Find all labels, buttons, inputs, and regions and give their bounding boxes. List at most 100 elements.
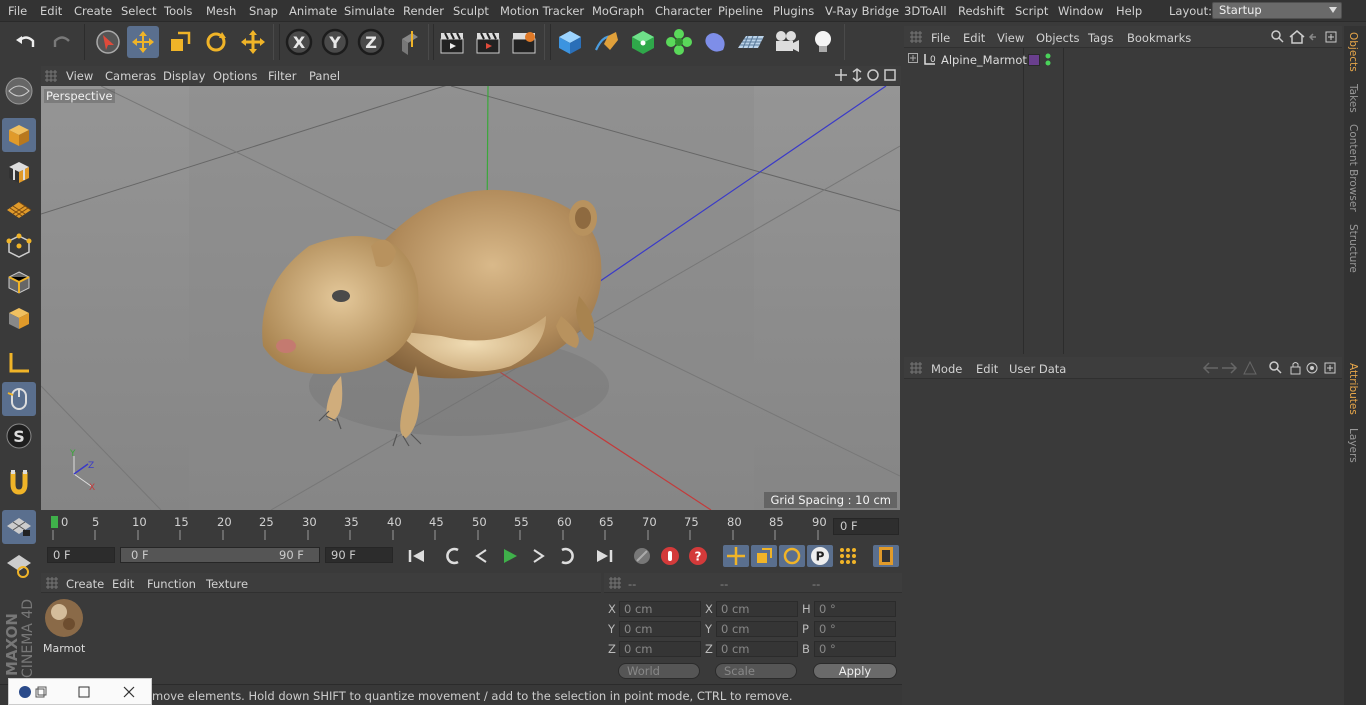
- drag-handle-icon[interactable]: [910, 362, 922, 374]
- y-axis-lock-button[interactable]: Y: [319, 26, 351, 58]
- maximize-view-icon[interactable]: [884, 69, 896, 81]
- tab-structure[interactable]: Structure: [1347, 224, 1359, 273]
- menu-animate[interactable]: Animate: [289, 4, 337, 18]
- play-button[interactable]: [497, 545, 523, 567]
- workplane-lock-button[interactable]: [2, 510, 36, 544]
- object-menu-objects[interactable]: Objects: [1036, 31, 1079, 45]
- menu-edit[interactable]: Edit: [40, 4, 62, 18]
- next-key-button[interactable]: [553, 545, 579, 567]
- menu-create[interactable]: Create: [74, 4, 112, 18]
- add-camera-button[interactable]: [771, 26, 803, 58]
- close-icon[interactable]: [123, 686, 135, 698]
- maximize-icon[interactable]: [78, 686, 90, 698]
- rotation-p-field[interactable]: 0 °: [814, 621, 896, 637]
- redo-button[interactable]: [46, 26, 78, 58]
- transform-tool-button[interactable]: [237, 26, 269, 58]
- scale-dropdown[interactable]: Scale: [715, 663, 797, 679]
- timeline-window-button[interactable]: [873, 545, 899, 567]
- add-floor-button[interactable]: [735, 26, 767, 58]
- viewport-menu-filter[interactable]: Filter: [268, 69, 296, 83]
- preview-range-slider[interactable]: 0 F 90 F: [120, 547, 320, 563]
- menu-script[interactable]: Script: [1015, 4, 1048, 18]
- key-parameter-button[interactable]: P: [807, 545, 833, 567]
- goto-end-button[interactable]: [591, 545, 617, 567]
- viewport-menu-display[interactable]: Display: [163, 69, 205, 83]
- menu-mograph[interactable]: MoGraph: [592, 4, 644, 18]
- position-y-field[interactable]: 0 cm: [619, 621, 701, 637]
- drag-handle-icon[interactable]: [45, 70, 57, 82]
- menu-character[interactable]: Character: [655, 4, 712, 18]
- world-dropdown[interactable]: World: [618, 663, 700, 679]
- material-menu-texture[interactable]: Texture: [206, 577, 248, 591]
- add-cloner-button[interactable]: [663, 26, 695, 58]
- menu-help[interactable]: Help: [1116, 4, 1142, 18]
- size-z-field[interactable]: 0 cm: [716, 641, 798, 657]
- add-cube-button[interactable]: [554, 26, 586, 58]
- drag-handle-icon[interactable]: [609, 577, 621, 589]
- menu-snap[interactable]: Snap: [249, 4, 278, 18]
- key-scale-button[interactable]: [751, 545, 777, 567]
- material-swatch[interactable]: Marmot: [43, 597, 85, 655]
- tab-attributes[interactable]: Attributes: [1347, 363, 1359, 415]
- menu-vray-bridge[interactable]: V-Ray Bridge: [825, 4, 899, 18]
- object-row-alpine-marmot[interactable]: 0 Alpine_Marmot: [904, 49, 1342, 71]
- forward-arrow-icon[interactable]: [1222, 362, 1238, 374]
- menu-3dtoall[interactable]: 3DToAll: [904, 4, 947, 18]
- up-arrow-icon[interactable]: [1243, 360, 1257, 375]
- current-frame-field[interactable]: 0 F: [833, 518, 899, 535]
- menu-redshift[interactable]: Redshift: [958, 4, 1005, 18]
- move-tool-button[interactable]: [127, 26, 159, 58]
- previous-key-button[interactable]: [441, 545, 467, 567]
- size-x-field[interactable]: 0 cm: [716, 601, 798, 617]
- material-menu-edit[interactable]: Edit: [112, 577, 134, 591]
- magnet-button[interactable]: [2, 465, 36, 499]
- scale-tool-button[interactable]: [164, 26, 196, 58]
- expand-plus-icon[interactable]: [908, 53, 918, 63]
- key-rotation-button[interactable]: [779, 545, 805, 567]
- polygons-mode-button[interactable]: [2, 301, 36, 335]
- menu-pipeline[interactable]: Pipeline: [718, 4, 763, 18]
- end-frame-field[interactable]: 90 F: [325, 547, 393, 563]
- object-menu-view[interactable]: View: [997, 31, 1024, 45]
- menu-simulate[interactable]: Simulate: [344, 4, 395, 18]
- menu-tools[interactable]: Tools: [164, 4, 192, 18]
- viewport-menu-panel[interactable]: Panel: [309, 69, 340, 83]
- timeline-ruler[interactable]: 0 5 10 15 20 25 30 35 40 45 50 55 60 65 …: [41, 512, 901, 542]
- tab-content-browser[interactable]: Content Browser: [1347, 124, 1359, 212]
- add-deformer-button[interactable]: [699, 26, 731, 58]
- object-menu-tags[interactable]: Tags: [1088, 31, 1113, 45]
- viewport-menu-cameras[interactable]: Cameras: [105, 69, 156, 83]
- next-frame-button[interactable]: [525, 545, 551, 567]
- attr-menu-user-data[interactable]: User Data: [1009, 362, 1066, 376]
- new-window-icon[interactable]: [1324, 362, 1336, 374]
- z-axis-lock-button[interactable]: Z: [355, 26, 387, 58]
- autokey-button[interactable]: ?: [685, 545, 711, 567]
- key-pla-button[interactable]: [835, 545, 861, 567]
- workplane-mode-button[interactable]: [2, 192, 36, 226]
- orbit-icon[interactable]: [867, 69, 879, 81]
- add-light-button[interactable]: [807, 26, 839, 58]
- back-icon[interactable]: [1308, 33, 1316, 41]
- axis-mode-button[interactable]: [2, 346, 36, 380]
- render-settings-button[interactable]: [508, 26, 540, 58]
- back-arrow-icon[interactable]: [1202, 362, 1218, 374]
- viewport-menu-view[interactable]: View: [66, 69, 93, 83]
- target-icon[interactable]: [1306, 362, 1318, 374]
- locked-workplane-button[interactable]: [2, 548, 36, 582]
- menu-window[interactable]: Window: [1058, 4, 1103, 18]
- live-selection-button[interactable]: [92, 26, 124, 58]
- position-x-field[interactable]: 0 cm: [619, 601, 701, 617]
- restore-icon[interactable]: [35, 686, 47, 698]
- object-menu-bookmarks[interactable]: Bookmarks: [1127, 31, 1191, 45]
- record-settings-button[interactable]: [629, 545, 655, 567]
- object-menu-file[interactable]: File: [931, 31, 950, 45]
- search-icon[interactable]: [1269, 361, 1282, 374]
- visibility-dots-icon[interactable]: [1044, 52, 1052, 68]
- rotation-h-field[interactable]: 0 °: [814, 601, 896, 617]
- start-frame-field[interactable]: 0 F: [47, 547, 115, 563]
- material-menu-function[interactable]: Function: [147, 577, 196, 591]
- add-subdivision-button[interactable]: [627, 26, 659, 58]
- rotate-tool-button[interactable]: [200, 26, 232, 58]
- edges-mode-button[interactable]: [2, 265, 36, 299]
- size-y-field[interactable]: 0 cm: [716, 621, 798, 637]
